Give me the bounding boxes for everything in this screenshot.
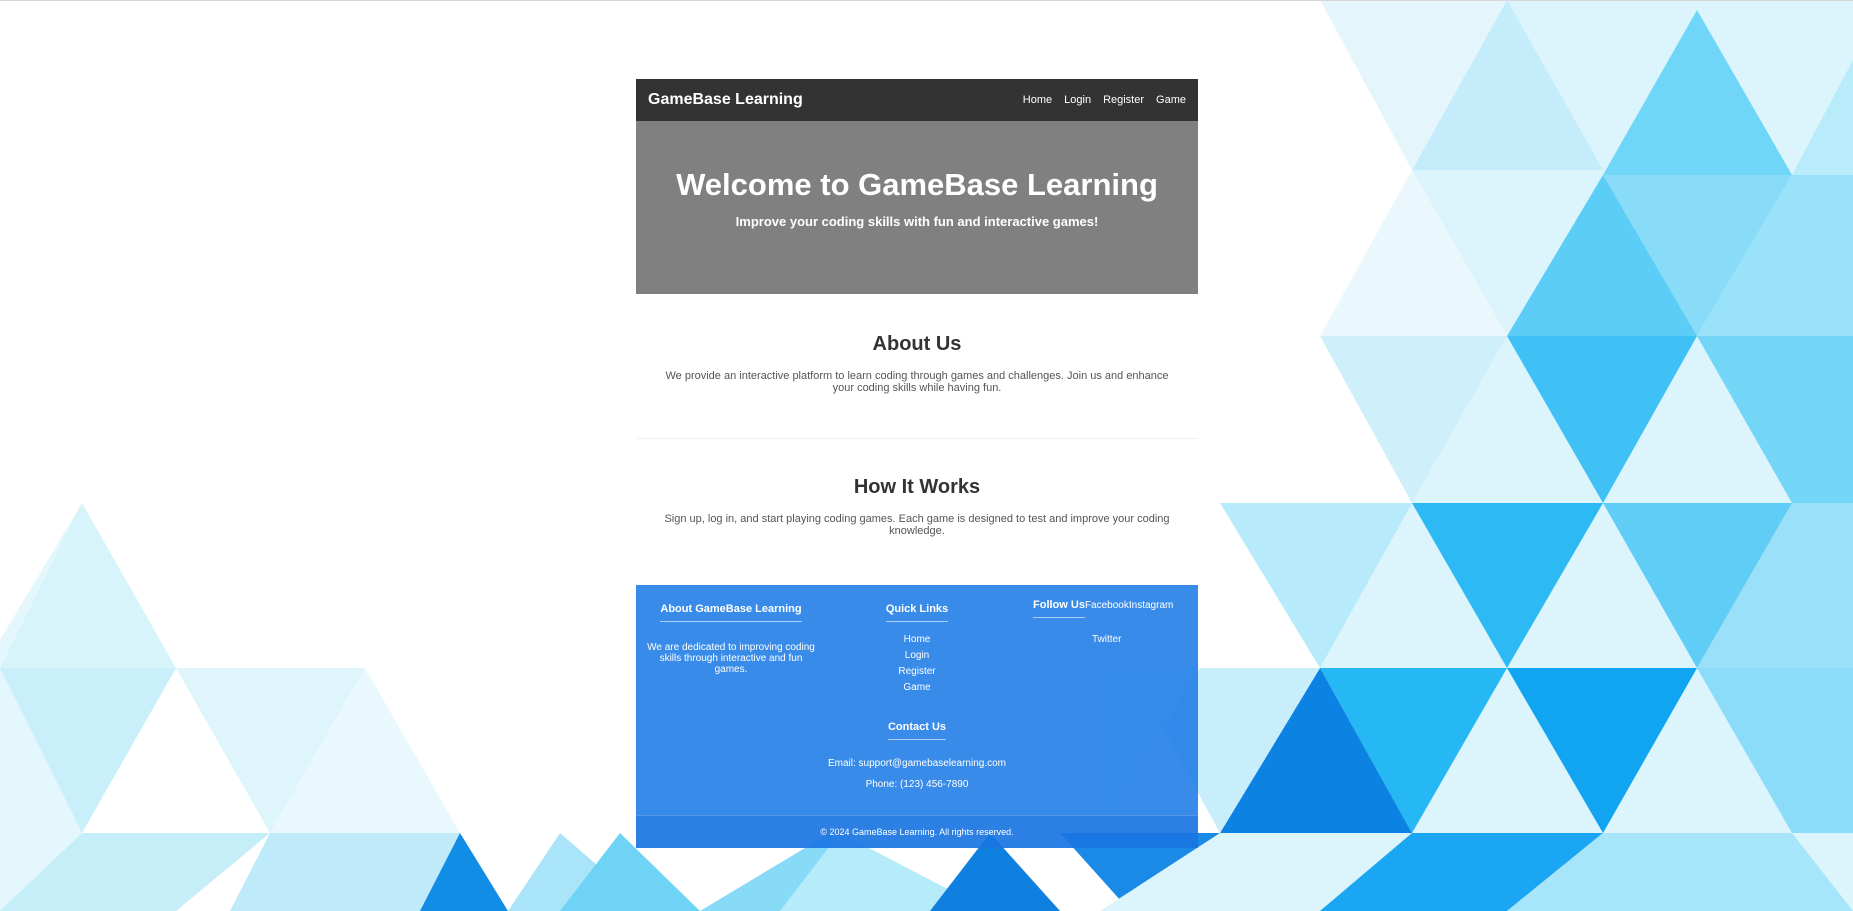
hero-banner: Welcome to GameBase Learning Improve you…: [636, 121, 1198, 294]
nav-links: Home Login Register Game: [1011, 94, 1186, 106]
footer-contact: Contact Us Email: support@gamebaselearni…: [636, 717, 1198, 791]
footer-links-list: Home Login Register Game: [867, 632, 967, 696]
nav-link-register[interactable]: Register: [1103, 94, 1144, 106]
copyright-text: © 2024 GameBase Learning. All rights res…: [636, 815, 1198, 848]
footer-follow-heading: Follow Us: [1033, 599, 1085, 618]
nav-link-game[interactable]: Game: [1156, 94, 1186, 106]
footer-about-heading: About GameBase Learning: [660, 603, 802, 622]
nav-link-login[interactable]: Login: [1064, 94, 1091, 106]
footer: About GameBase Learning We are dedicated…: [636, 585, 1198, 848]
footer-about-text: We are dedicated to improving coding ski…: [647, 642, 815, 675]
footer-about-column: About GameBase Learning We are dedicated…: [644, 599, 818, 675]
social-link-twitter[interactable]: Twitter: [1092, 634, 1121, 645]
footer-link-home[interactable]: Home: [867, 632, 967, 648]
footer-follow-column: Follow Us Facebook Instagram: [1033, 599, 1193, 618]
footer-link-game[interactable]: Game: [867, 680, 967, 696]
how-heading: How It Works: [853, 476, 981, 498]
hero-title: Welcome to GameBase Learning: [676, 167, 1158, 202]
about-heading: About Us: [872, 333, 962, 355]
hero-subtitle: Improve your coding skills with fun and …: [735, 214, 1099, 229]
contact-email: Email: support@gamebaselearning.com: [827, 758, 1007, 769]
footer-quick-links-column: Quick Links Home Login Register Game: [867, 599, 967, 696]
about-section: About Us We provide an interactive platf…: [636, 294, 1198, 439]
footer-contact-heading: Contact Us: [887, 721, 947, 740]
browser-top-border: [0, 0, 1853, 1]
social-link-facebook[interactable]: Facebook: [1085, 600, 1129, 611]
brand-logo[interactable]: GameBase Learning: [648, 91, 803, 109]
social-link-instagram[interactable]: Instagram: [1129, 600, 1173, 611]
about-text: We provide an interactive platform to le…: [665, 370, 1169, 394]
site-container: GameBase Learning Home Login Register Ga…: [636, 79, 1198, 848]
how-text: Sign up, log in, and start playing codin…: [664, 513, 1170, 537]
contact-phone: Phone: (123) 456-7890: [865, 779, 969, 790]
footer-links-heading: Quick Links: [885, 603, 949, 622]
how-it-works-section: How It Works Sign up, log in, and start …: [636, 439, 1198, 585]
footer-link-register[interactable]: Register: [867, 664, 967, 680]
nav-link-home[interactable]: Home: [1023, 94, 1052, 106]
footer-link-login[interactable]: Login: [867, 648, 967, 664]
navbar: GameBase Learning Home Login Register Ga…: [636, 79, 1198, 121]
